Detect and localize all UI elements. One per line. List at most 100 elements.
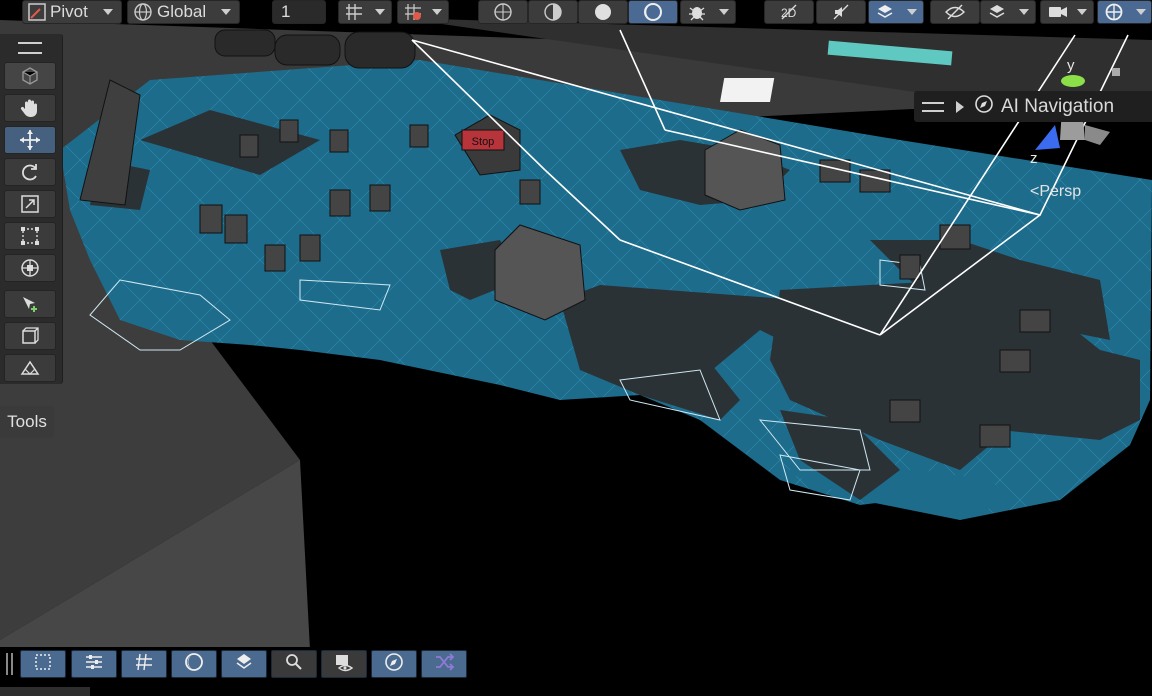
camera-visibility-button[interactable] — [321, 650, 367, 678]
grid-snap-icon — [344, 2, 364, 22]
wireframe-button[interactable] — [478, 0, 528, 24]
select-icon — [32, 651, 54, 678]
audio-icon — [831, 2, 851, 22]
svg-text:y: y — [1067, 57, 1075, 74]
snap-toggle[interactable] — [397, 0, 449, 24]
shaded-icon — [593, 2, 613, 22]
stop-sign: Stop — [461, 129, 505, 151]
scale-tool-button[interactable] — [4, 190, 56, 218]
chevron-down-icon — [907, 9, 917, 15]
grid-button[interactable] — [121, 650, 167, 678]
shaded-button[interactable] — [578, 0, 628, 24]
projection-toggle[interactable]: <Persp — [1030, 183, 1081, 201]
rect-transform-icon — [19, 225, 41, 247]
layers-icon — [987, 2, 1007, 22]
grid-hash-icon — [133, 651, 155, 678]
effects-icon — [875, 2, 895, 22]
svg-text:z: z — [1030, 150, 1038, 167]
moon-icon — [183, 651, 205, 678]
globe-icon — [133, 2, 153, 22]
grid-snap-input[interactable]: 1 — [272, 0, 326, 24]
gizmos-icon — [1104, 2, 1124, 22]
search-icon — [283, 651, 305, 678]
rotate-icon — [19, 161, 41, 183]
status-strip — [0, 687, 90, 696]
create-tool-button[interactable] — [4, 290, 56, 318]
ai-navigation-overlay[interactable]: AI Navigation — [914, 91, 1152, 122]
move-tool-button[interactable] — [4, 126, 56, 154]
drag-handle-icon[interactable] — [18, 42, 42, 54]
hidden-icon — [944, 2, 966, 22]
chevron-down-icon — [103, 9, 113, 15]
global-label: Global — [157, 2, 207, 21]
bug-icon — [687, 2, 707, 22]
collapse-arrow-icon[interactable] — [956, 100, 964, 113]
layers-button[interactable] — [221, 650, 267, 678]
view-tool-button[interactable] — [4, 62, 56, 90]
create-icon — [19, 293, 41, 315]
scene-toolbar: Pivot Global 1 2D — [0, 0, 1152, 25]
snap-magnet-icon — [403, 2, 423, 22]
effects-dropdown[interactable] — [868, 0, 924, 24]
compass-icon — [383, 651, 405, 678]
chevron-down-icon — [221, 9, 231, 15]
shuffle-button[interactable] — [421, 650, 467, 678]
shaded-wireframe-icon — [543, 2, 563, 22]
navmesh-tool-button[interactable] — [4, 354, 56, 382]
grid-snap-value: 1 — [281, 2, 291, 21]
compass-icon — [974, 94, 994, 120]
transform-tool-button[interactable] — [4, 254, 56, 282]
layers-diamond-icon — [233, 651, 255, 678]
chevron-down-icon — [1077, 9, 1087, 15]
camera-icon — [1047, 2, 1069, 22]
chevron-down-icon — [1019, 9, 1029, 15]
2d-toggle[interactable]: 2D — [764, 0, 814, 24]
search-button[interactable] — [271, 650, 317, 678]
tools-tab[interactable]: Tools — [0, 406, 54, 438]
unlit-button[interactable] — [628, 0, 678, 24]
shaded-wireframe-button[interactable] — [528, 0, 578, 24]
ai-navigation-button[interactable] — [371, 650, 417, 678]
lighting-button[interactable] — [171, 650, 217, 678]
hidden-toggle[interactable] — [930, 0, 980, 24]
chevron-down-icon — [432, 9, 442, 15]
camera-eye-icon — [333, 651, 355, 678]
select-button[interactable] — [20, 650, 66, 678]
pivot-icon — [28, 3, 46, 21]
bottom-toolbar — [0, 647, 1152, 696]
global-dropdown[interactable]: Global — [127, 0, 240, 24]
settings-button[interactable] — [71, 650, 117, 678]
move-arrows-icon — [18, 128, 42, 152]
pivot-dropdown[interactable]: Pivot — [22, 0, 122, 24]
pivot-label: Pivot — [50, 2, 88, 21]
drag-handle-icon[interactable] — [6, 653, 13, 675]
audio-toggle[interactable] — [816, 0, 866, 24]
transform-icon — [19, 257, 41, 279]
chevron-down-icon — [719, 9, 729, 15]
debug-draw-dropdown[interactable] — [680, 0, 736, 24]
navmesh-icon — [19, 357, 41, 379]
ai-navigation-label: AI Navigation — [1001, 95, 1115, 117]
camera-dropdown[interactable] — [1040, 0, 1094, 24]
box-tool-icon — [19, 325, 41, 347]
hand-icon — [19, 97, 41, 119]
shuffle-icon — [433, 651, 455, 678]
hand-tool-button[interactable] — [4, 94, 56, 122]
persp-label: Persp — [1039, 183, 1082, 200]
rotate-tool-button[interactable] — [4, 158, 56, 186]
2d-icon: 2D — [779, 2, 799, 22]
chevron-down-icon — [375, 9, 385, 15]
unlit-icon — [643, 2, 663, 22]
persp-arrow-icon: < — [1030, 183, 1040, 200]
svg-text:Stop: Stop — [472, 136, 495, 148]
gizmos-dropdown[interactable] — [1097, 0, 1152, 24]
scale-icon — [19, 193, 41, 215]
grid-snap-toggle[interactable] — [338, 0, 392, 24]
settings-sliders-icon — [83, 651, 105, 678]
custom-tool-button[interactable] — [4, 322, 56, 350]
rect-tool-button[interactable] — [4, 222, 56, 250]
wireframe-icon — [493, 2, 513, 22]
drag-handle-icon[interactable] — [922, 101, 944, 112]
chevron-down-icon — [1136, 9, 1146, 15]
layers-dropdown[interactable] — [980, 0, 1036, 24]
